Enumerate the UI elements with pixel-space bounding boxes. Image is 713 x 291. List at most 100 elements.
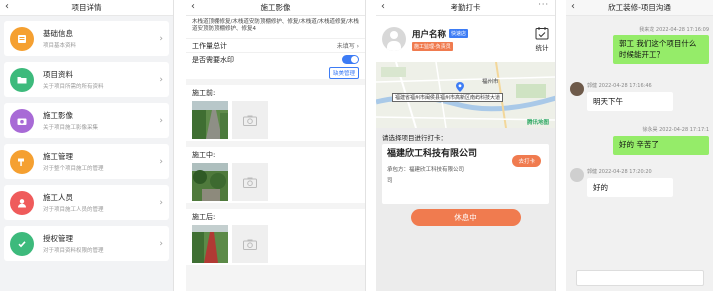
page-title: 考勤打卡 [450,3,481,12]
message-bubble: 明天下午 [587,92,673,111]
sender-name: 郭健 [587,169,598,175]
role-badge: 施工监理-负责员 [412,41,453,51]
avatar [382,27,406,51]
nav-bar: ‹ 施工影像 [186,0,365,16]
message-time: 2022-04-28 17:16:09 [655,27,709,33]
chevron-right-icon: › [159,238,163,249]
message-bubble: 好的 [587,178,673,197]
back-button[interactable]: ‹ [5,1,9,12]
chat-message: 郭健 2022-04-28 17:16:46 明天下午 [570,82,690,111]
site-photo[interactable] [192,101,228,139]
message-time: 2022-04-28 17:16:46 [598,83,652,89]
phase-during: 施工中: [186,147,365,203]
chat-screen: ‹ 欣工装修-项目沟通 我来龙 2022-04-28 17:16:09 郭工 我… [566,0,713,291]
back-button[interactable]: ‹ [191,1,195,12]
menu-subtitle: 关于项目施工影像采集 [43,125,99,131]
more-icon[interactable]: ··· [538,0,549,9]
project-detail-screen: ‹ 项目详情 基础信息 项目基本资料 › 项目资料 关于项目所需的所有资料 › [0,0,174,291]
camera-icon [243,177,257,188]
watermark-manage-button[interactable]: 缺美管理 [328,67,359,79]
watermark-row: 是否需要水印 [186,52,365,66]
message-time: 2022-04-28 17:20:20 [598,169,652,175]
calendar-icon [535,27,549,40]
menu-item-basic-info[interactable]: 基础信息 项目基本资料 › [4,21,169,56]
avatar [570,168,584,182]
menu-item-workers[interactable]: 施工人员 对于项目施工人员的管理 › [4,185,169,220]
chevron-right-icon: › [159,115,163,126]
menu-title: 施工管理 [43,152,73,161]
document-icon [10,26,34,51]
page-title: 项目详情 [71,3,102,12]
avatar [570,82,584,96]
menu-item-construction-management[interactable]: 施工管理 对于整个项目施工的管理 › [4,144,169,179]
user-card: 用户名称 快速店 施工监理-负责员 统计 [376,16,555,62]
project-address: 木栈道顶棚修复/木栈道安防顶棚修护、修复/木栈道/木栈道修复/木栈道安顶防顶棚修… [186,16,365,38]
menu-subtitle: 对于整个项目施工的管理 [43,166,104,172]
user-name: 用户名称 [412,29,447,40]
stats-label: 统计 [535,44,549,52]
phase-after: 施工后: [186,209,365,265]
workload-row[interactable]: 工作量总计 未填写 › [186,38,365,52]
menu-subtitle: 对于项目资料权限的管理 [43,248,104,254]
back-button[interactable]: ‹ [381,1,385,12]
add-photo-button[interactable] [232,163,268,201]
nav-bar: ‹ 项目详情 [0,0,173,16]
menu-subtitle: 对于项目施工人员的管理 [43,207,104,213]
sender-name: 我来龙 [639,27,655,33]
clock-in-button[interactable]: 去打卡 [512,155,541,167]
phase-label: 施工后: [192,213,216,221]
contractor-label-cont: 司 [387,177,393,184]
back-button[interactable]: ‹ [571,1,575,12]
map-logo: 腾讯地图 [526,120,549,126]
add-photo-button[interactable] [232,225,268,263]
menu-title: 基础信息 [43,29,73,38]
construction-images-screen: ‹ 施工影像 木栈道顶棚修复/木栈道安防顶棚修护、修复/木栈道/木栈道修复/木栈… [186,0,366,291]
check-shield-icon [10,231,34,256]
watermark-toggle[interactable] [342,55,359,64]
workload-label: 工作量总计 [192,41,227,50]
chevron-right-icon: › [159,33,163,44]
camera-icon [243,115,257,126]
chevron-right-icon: › [159,197,163,208]
map-address: 福建省福州市闽侯县福州市高新区南屿科技大道 [392,93,504,102]
message-input[interactable] [576,270,704,286]
project-name: 福建欣工科技有限公司 [387,149,478,159]
hammer-icon [10,149,34,174]
rest-button[interactable]: 休息中 [410,209,521,226]
phase-label: 施工中: [192,151,216,159]
project-card[interactable]: 福建欣工科技有限公司 承包方：福建欣工科技有限公司 司 去打卡 [382,144,549,204]
chevron-right-icon: › [159,74,163,85]
menu-title: 项目资料 [43,70,73,79]
menu-list: 基础信息 项目基本资料 › 项目资料 关于项目所需的所有资料 › 施工影像 关于… [0,16,173,261]
map-city-label: 福州市 [482,79,499,85]
menu-item-authorization[interactable]: 授权管理 对于项目资料权限的管理 › [4,226,169,261]
worker-icon [10,190,34,215]
site-photo[interactable] [192,225,228,263]
message-bubble: 好的 辛苦了 [613,136,709,155]
chat-message: 郭健 2022-04-28 17:20:20 好的 [570,168,690,197]
phase-before: 施工前: [186,85,365,141]
add-photo-button[interactable] [232,101,268,139]
nav-bar: ‹ 考勤打卡 ··· [376,0,555,16]
menu-item-construction-images[interactable]: 施工影像 关于项目施工影像采集 › [4,103,169,138]
location-map[interactable]: 福州市 福建省福州市闽侯县福州市高新区南屿科技大道 腾讯地图 [376,62,555,128]
menu-title: 施工影像 [43,111,73,120]
menu-subtitle: 项目基本资料 [43,43,77,49]
menu-title: 施工人员 [43,193,73,202]
message-time: 2022-04-28 17:17:1 [659,127,709,133]
page-title: 施工影像 [260,3,291,12]
stats-button[interactable]: 统计 [535,26,549,52]
menu-item-project-docs[interactable]: 项目资料 关于项目所需的所有资料 › [4,62,169,97]
select-project-label: 请选择项目进行打卡： [376,128,555,144]
phase-label: 施工前: [192,89,216,97]
page-title: 欣工装修-项目沟通 [608,3,671,12]
workload-value: 未填写 › [336,43,359,50]
camera-icon [243,239,257,250]
menu-subtitle: 关于项目所需的所有资料 [43,84,104,90]
folder-icon [10,67,34,92]
chat-message: 徐永昊 2022-04-28 17:17:1 好的 辛苦了 [597,126,709,155]
attendance-screen: ‹ 考勤打卡 ··· 用户名称 快速店 施工监理-负责员 统计 福州市 福建省福… [376,0,556,291]
menu-title: 授权管理 [43,234,73,243]
message-bubble: 郭工 我们这个项目什么时候能开工？ [613,35,709,64]
site-photo[interactable] [192,163,228,201]
